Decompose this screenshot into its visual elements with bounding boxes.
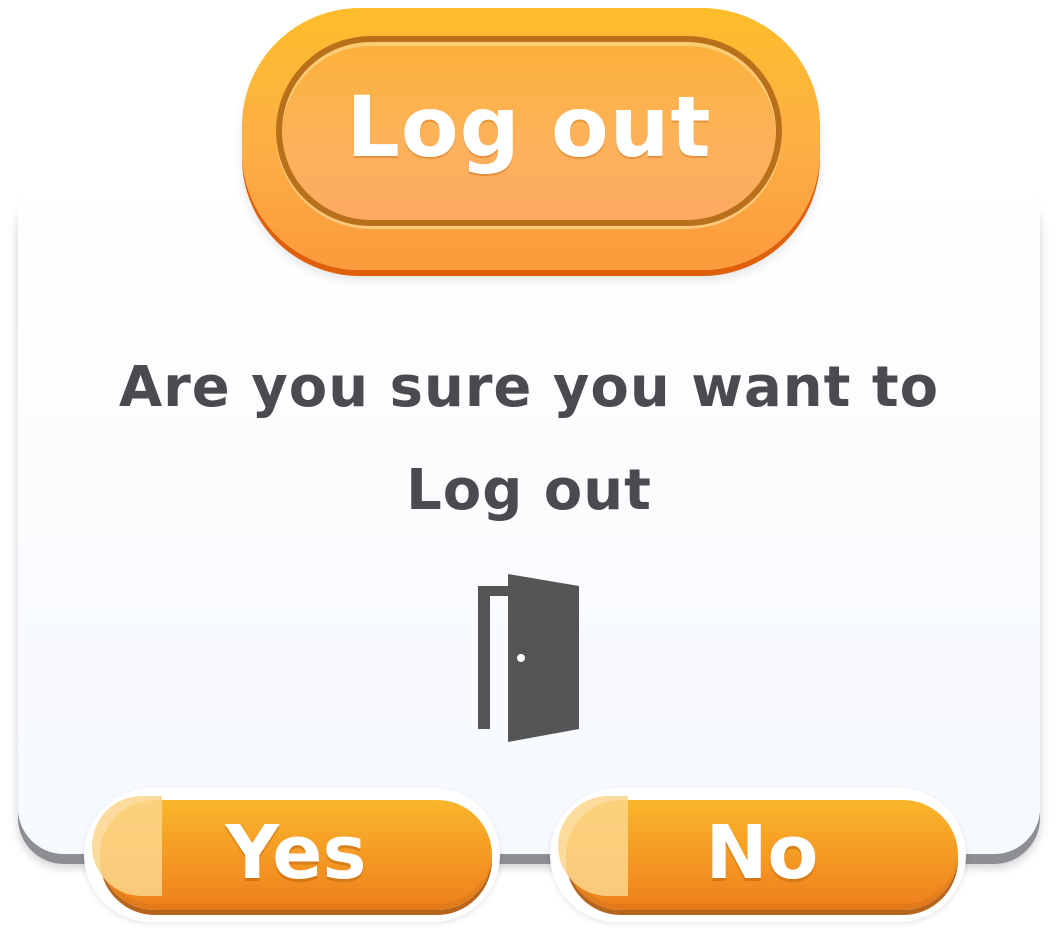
no-button-face[interactable]: No [558,796,958,910]
dialog-title-plate: Log out [276,36,782,226]
dialog-title-badge: Log out [242,8,820,270]
no-button-label: No [705,810,819,896]
yes-button-label: Yes [225,810,367,896]
yes-button-face[interactable]: Yes [92,796,492,910]
logout-dialog-stage: Log out Are you sure you want to Log out… [0,0,1059,928]
confirm-message-line-2: Log out [406,458,652,523]
dialog-title: Log out [346,78,712,176]
no-button[interactable]: No [550,788,966,922]
yes-button[interactable]: Yes [84,788,500,922]
door-open-icon [478,574,579,742]
confirm-message-line-1: Are you sure you want to [118,355,940,420]
